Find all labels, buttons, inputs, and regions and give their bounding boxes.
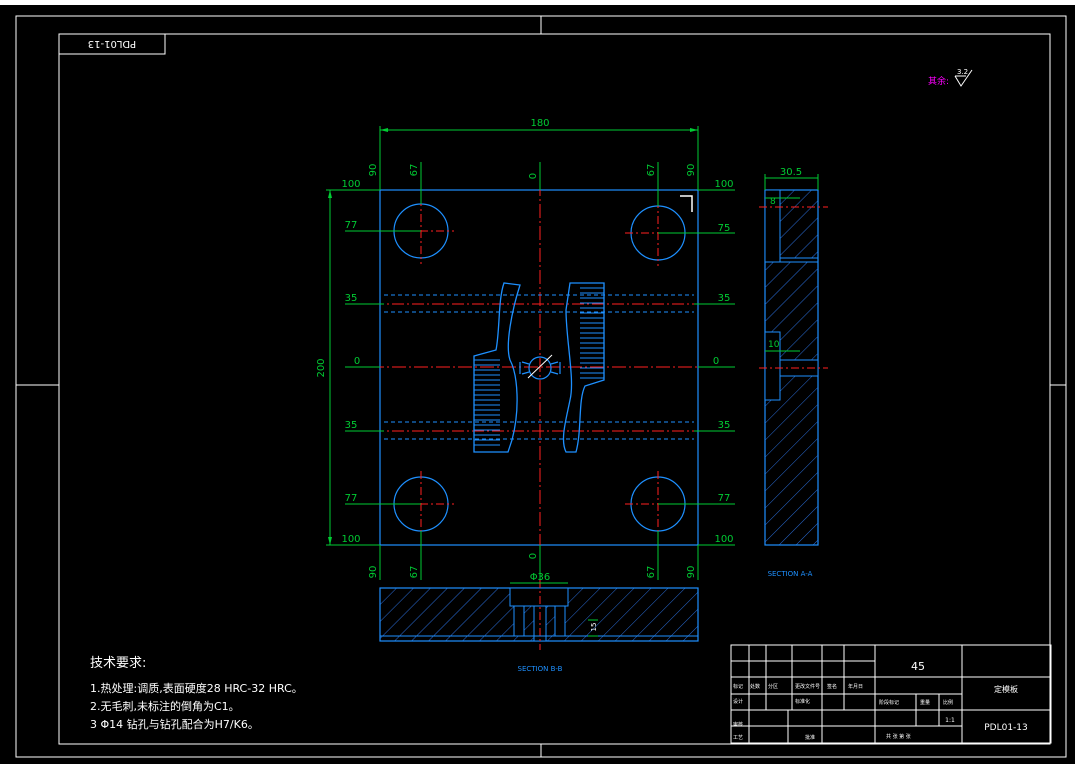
dim-bottom-center: 0 (528, 553, 539, 559)
section-aa-hatched-upper (779, 189, 819, 259)
section-aa-hatched-body (765, 262, 818, 545)
tech-requirement-item: 1.热处理:调质,表面硬度28 HRC-32 HRC。 (90, 682, 303, 695)
dim-bottom-left-inner: 67 (409, 566, 420, 579)
tb-label-review: 审核 (733, 721, 743, 728)
dim-left-row-6: 77 (345, 493, 358, 504)
tb-label-mark: 标记 (733, 683, 743, 690)
title-block-scale: 1:1 (945, 717, 955, 724)
title-block-drawing-number: PDL01-13 (984, 723, 1028, 733)
tb-label-stage: 阶段标记 (879, 699, 899, 706)
comb-teeth-right (580, 287, 604, 379)
tb-label-standard: 标准化 (795, 698, 810, 705)
drawing-number-tag: PDL01-13 (88, 38, 136, 49)
dim-right-row-6: 77 (718, 493, 731, 504)
dim-right-row-5: 35 (718, 420, 731, 431)
dim-left-row-4: 0 (354, 356, 360, 367)
dim-right-row-2: 75 (718, 223, 731, 234)
roughness-note-label: 其余: (928, 75, 949, 87)
title-block-material: 45 (911, 660, 925, 673)
tb-label-process: 工艺 (733, 735, 743, 741)
dim-section-width: 30.5 (780, 167, 802, 178)
section-bb-view (379, 580, 699, 650)
title-block-grid (731, 645, 875, 743)
section-aa-view (759, 189, 828, 546)
tb-label-sheets: 共 张 第 张 (886, 733, 911, 740)
dim-left-row-5: 35 (345, 420, 358, 431)
dim-right-row-4: 0 (713, 356, 719, 367)
dim-left-row-2: 77 (345, 220, 358, 231)
tech-requirements-title: 技术要求: (90, 656, 147, 671)
dim-top-left-outer: 90 (368, 164, 379, 177)
dim-section-gate: 10 (768, 340, 780, 350)
dim-overall-width: 180 (530, 118, 549, 129)
title-block-part-name: 定模板 (994, 684, 1018, 694)
tb-label-count: 处数 (750, 683, 760, 690)
dim-bottom-right-inner: 67 (646, 566, 657, 579)
tb-label-approve: 批准 (805, 734, 815, 741)
dim-right-row-7: 100 (714, 534, 733, 545)
tb-label-design: 设计 (733, 698, 743, 705)
dim-top-right-inner: 67 (646, 164, 657, 177)
frame-corner-tr (1040, 15, 1067, 42)
dim-top-left-inner: 67 (409, 164, 420, 177)
comb-teeth-left (474, 359, 500, 446)
dim-right-row-3: 35 (718, 293, 731, 304)
dim-overall-height: 200 (316, 358, 327, 377)
dim-top-center: 0 (528, 173, 539, 179)
tb-label-date: 年月日 (848, 683, 863, 690)
section-bb-label: SECTION B-B (518, 665, 563, 673)
dim-left-row-1: 100 (341, 179, 360, 190)
dim-left-row-7: 100 (341, 534, 360, 545)
dim-right-row-1: 100 (714, 179, 733, 190)
dim-section-top-offset: 8 (770, 197, 776, 207)
tb-label-change-doc: 更改文件号 (795, 683, 820, 690)
tech-requirement-item: 2.无毛刺,未标注的倒角为C1。 (90, 700, 240, 713)
roughness-note-value: 3.2 (957, 68, 968, 76)
dim-bottom-left-outer: 90 (368, 566, 379, 579)
dim-bottom-right-outer: 90 (686, 566, 697, 579)
dim-top-right-outer: 90 (686, 164, 697, 177)
section-aa-label: SECTION A-A (768, 570, 813, 578)
tb-label-weight: 重量 (920, 699, 930, 706)
plate-corner-mark (680, 195, 693, 212)
dim-section-bb-depth: 15 (590, 623, 598, 632)
tb-label-sign: 签名 (827, 683, 837, 690)
cad-drawing-canvas: PDL01-13 其余: 3.2 180 200 90 67 0 67 90 9… (15, 15, 1067, 758)
tb-label-zone: 分区 (768, 683, 778, 690)
dim-left-row-3: 35 (345, 293, 358, 304)
tb-label-scale: 比例 (943, 699, 953, 706)
tech-requirement-item: 3 Φ14 钻孔与钻孔配合为H7/K6。 (90, 718, 259, 731)
